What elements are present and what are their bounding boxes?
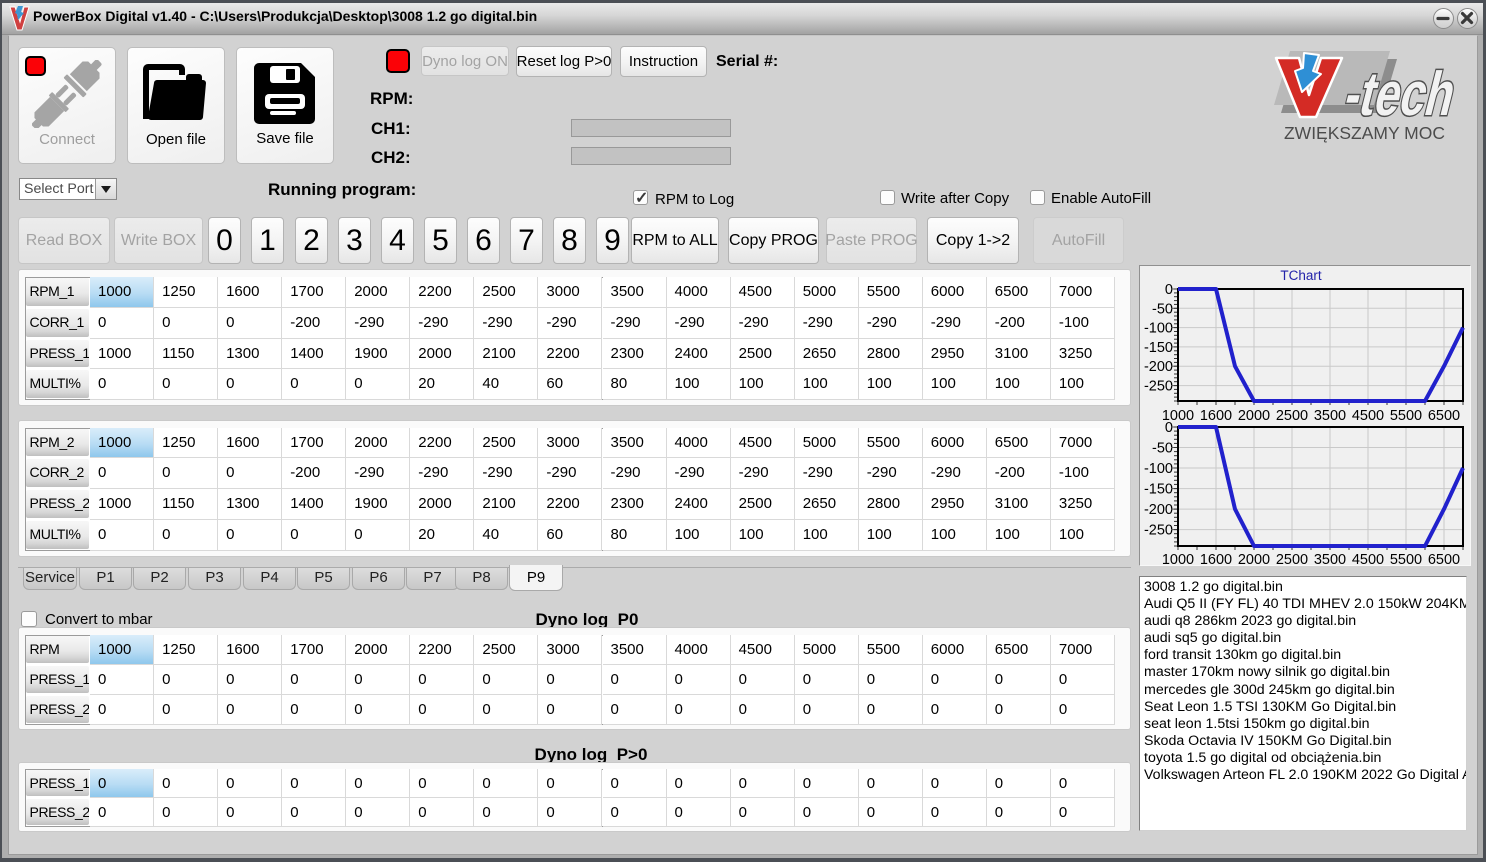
svg-text:2000: 2000 [1238,408,1270,424]
svg-text:-150: -150 [1144,340,1173,356]
svg-text:-250: -250 [1144,523,1173,539]
svg-text:-250: -250 [1144,379,1173,395]
svg-text:-50: -50 [1152,301,1173,317]
svg-text:2500: 2500 [1276,552,1308,567]
svg-text:-50: -50 [1152,441,1173,457]
svg-text:-100: -100 [1144,461,1173,477]
svg-text:0: 0 [1165,282,1173,298]
svg-text:3500: 3500 [1314,552,1346,567]
svg-text:-150: -150 [1144,482,1173,498]
svg-text:1600: 1600 [1200,552,1232,567]
svg-text:6500: 6500 [1428,552,1460,567]
svg-text:3500: 3500 [1314,408,1346,424]
svg-text:4500: 4500 [1352,552,1384,567]
svg-text:6500: 6500 [1428,408,1460,424]
svg-text:TChart: TChart [1280,268,1322,283]
svg-text:-tech: -tech [1338,60,1463,129]
svg-text:2500: 2500 [1276,408,1308,424]
svg-text:-200: -200 [1144,502,1173,518]
svg-text:-100: -100 [1144,321,1173,337]
svg-text:1600: 1600 [1200,408,1232,424]
svg-text:-200: -200 [1144,359,1173,375]
svg-text:ZWIĘKSZAMY MOC: ZWIĘKSZAMY MOC [1284,123,1445,143]
svg-text:5500: 5500 [1390,408,1422,424]
svg-text:1000: 1000 [1162,552,1194,567]
svg-text:4500: 4500 [1352,408,1384,424]
svg-text:0: 0 [1165,420,1173,436]
svg-text:5500: 5500 [1390,552,1422,567]
svg-text:2000: 2000 [1238,552,1270,567]
